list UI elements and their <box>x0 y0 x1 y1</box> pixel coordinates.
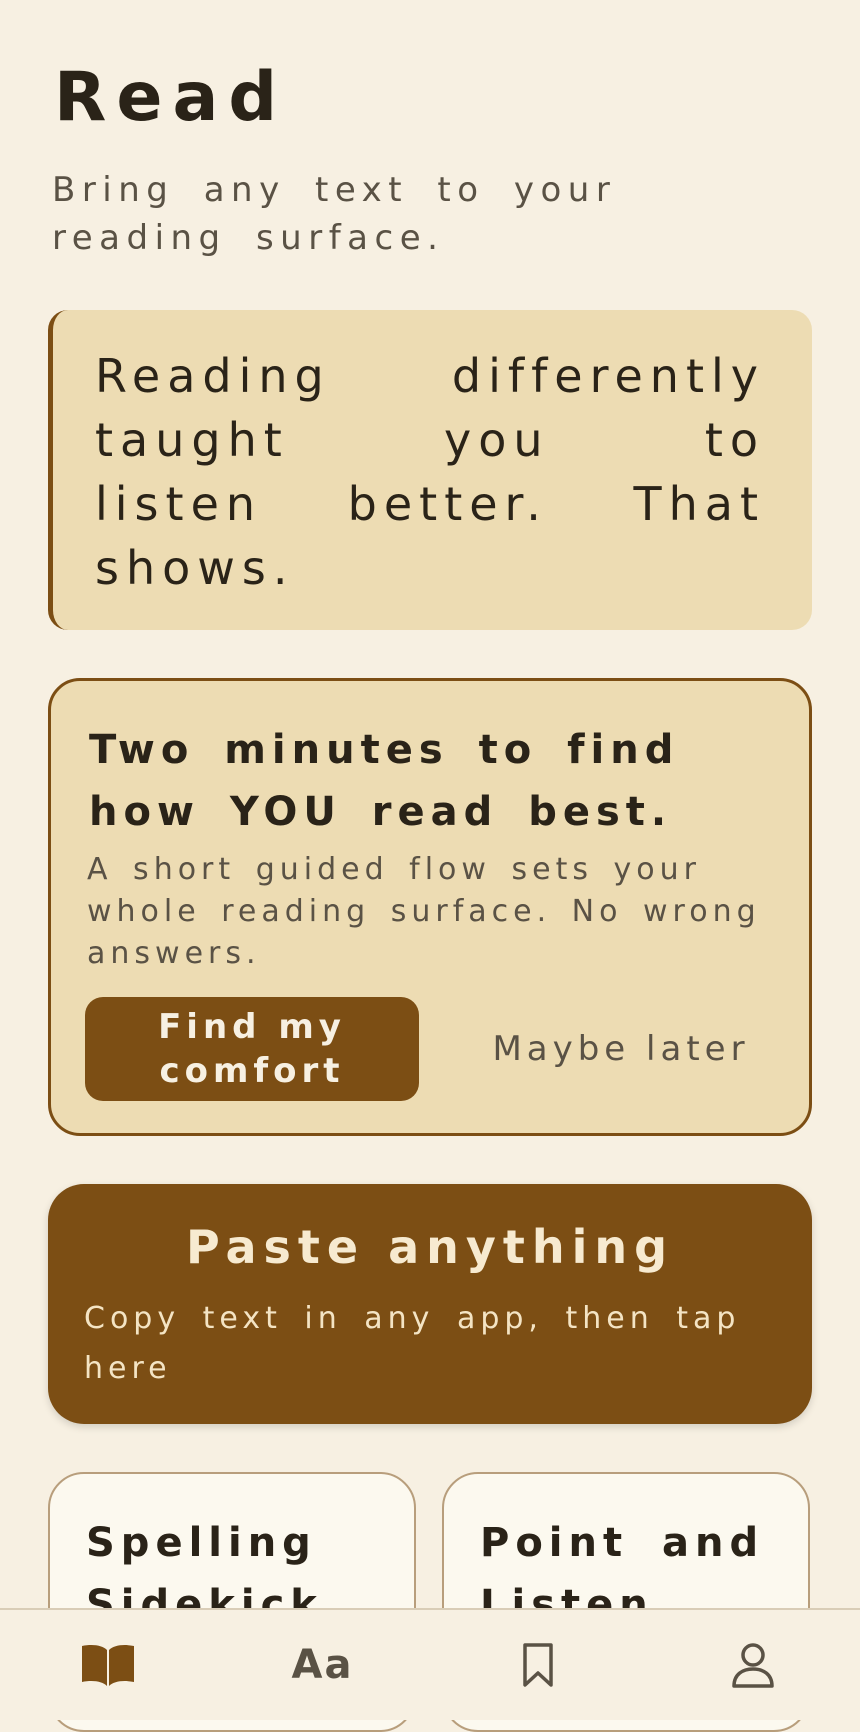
page-subtitle: Bring any text to your reading surface. <box>52 170 617 258</box>
bottom-tab-bar: Aa <box>0 1608 860 1720</box>
paste-subtitle: Copy text in any app, then tap here <box>84 1301 741 1386</box>
person-icon <box>731 1643 774 1688</box>
bookmark-icon <box>522 1643 553 1687</box>
tab-text-style[interactable]: Aa <box>215 1610 430 1720</box>
paste-anything-button[interactable]: Paste anything Copy text in any app, the… <box>48 1184 812 1424</box>
onboarding-description: A short guided flow sets your whole read… <box>87 852 761 971</box>
onboarding-card: Two minutes to find how YOU read best. A… <box>48 678 812 1136</box>
open-book-icon <box>81 1645 134 1686</box>
paste-title: Paste anything <box>185 1220 675 1274</box>
tab-profile[interactable] <box>645 1610 860 1720</box>
tab-read[interactable] <box>0 1610 215 1720</box>
page-title: Read <box>54 58 288 137</box>
tab-bookmarks[interactable] <box>430 1610 645 1720</box>
maybe-later-button[interactable]: Maybe later <box>471 1007 771 1091</box>
read-screen: Read Bring any text to your reading surf… <box>0 0 860 1732</box>
onboarding-heading: Two minutes to find how YOU read best. <box>89 727 680 835</box>
encouragement-quote-card: Reading differently taught you to listen… <box>48 310 812 630</box>
text-style-icon: Aa <box>291 1642 354 1688</box>
find-my-comfort-button[interactable]: Find my comfort <box>85 997 419 1101</box>
quote-text: Reading differently taught you to listen… <box>95 349 765 595</box>
